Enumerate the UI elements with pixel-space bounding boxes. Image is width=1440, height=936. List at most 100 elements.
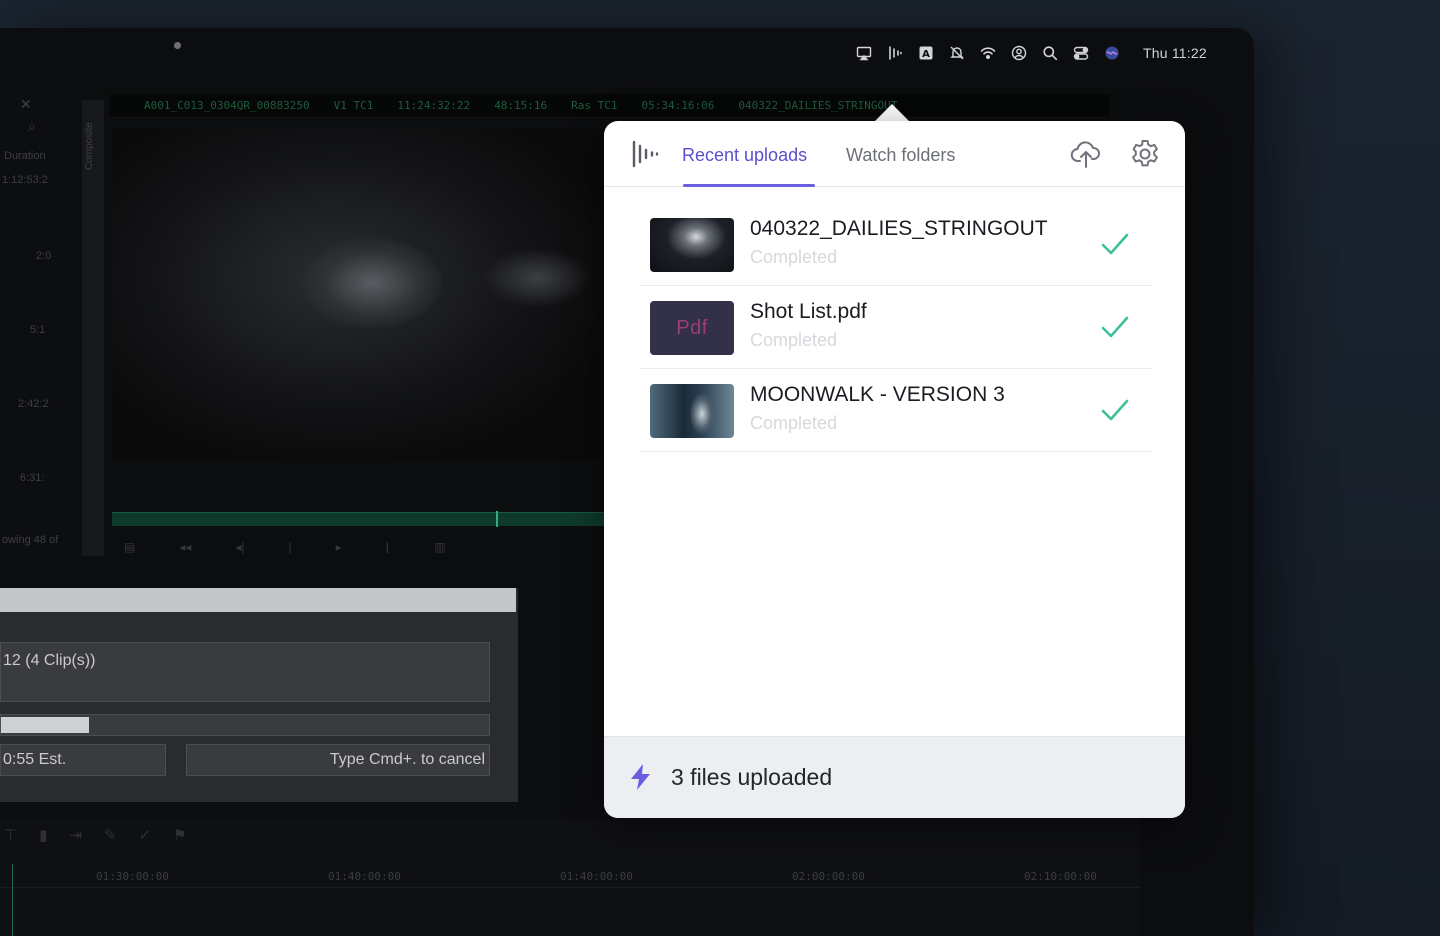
timeline: ⊤ ▮ ⇥ ✎ ✓ ⚑ 01:30:00:00 01:40:00:00 01:4…	[0, 818, 1140, 936]
keyboard-a-icon[interactable]: A	[918, 45, 934, 61]
edit-tool-icon[interactable]: ✎	[104, 826, 117, 844]
upload-item[interactable]: Pdf Shot List.pdf Completed	[640, 286, 1152, 369]
duration-row: 6:31:	[20, 472, 45, 484]
frameio-logo-icon	[630, 139, 660, 169]
webcam-dot	[174, 42, 181, 49]
media-pool-panel: ✕ ⌕ Duration 1:12:53:2 2:0 5:1 2:42:2 6:…	[0, 86, 80, 556]
settings-button[interactable]	[1128, 137, 1162, 171]
menu-bar: A Thu 11:22	[846, 40, 1216, 66]
popover-footer: 3 files uploaded	[604, 736, 1185, 818]
scrub-bar[interactable]	[112, 511, 612, 527]
video-thumbnail	[650, 384, 734, 438]
menubar-clock[interactable]: Thu 11:22	[1143, 45, 1207, 61]
uploads-list: 040322_DAILIES_STRINGOUT Completed Pdf S…	[640, 203, 1152, 452]
control-center-icon[interactable]	[1073, 45, 1089, 61]
file-name: Shot List.pdf	[750, 300, 867, 323]
upload-item[interactable]: 040322_DAILIES_STRINGOUT Completed	[640, 203, 1152, 286]
viewer-image	[482, 248, 592, 308]
ruler-tick: 01:40:00:00	[328, 870, 401, 883]
pdf-label: Pdf	[676, 316, 708, 339]
render-dialog: 12 (4 Clip(s)) 0:55 Est. Type Cmd+. to c…	[0, 588, 518, 802]
active-tab-indicator	[683, 184, 815, 187]
duration-row: 5:1	[30, 324, 46, 336]
lightning-icon	[628, 763, 654, 791]
wifi-icon[interactable]	[980, 45, 996, 61]
snap-icon[interactable]: ✓	[139, 826, 152, 844]
duration-label: Duration	[4, 150, 46, 162]
checkmark-icon	[1100, 231, 1130, 257]
frameio-icon[interactable]	[887, 45, 903, 61]
transport-controls: ▤ ◂◂ ◂| | ▸ ⌊ ▥	[112, 534, 612, 560]
gear-icon	[1132, 140, 1158, 167]
timecode-1: 11:24:32:22	[397, 99, 471, 112]
upload-status: Completed	[750, 330, 838, 350]
ras-label: Ras TC1	[571, 99, 618, 112]
duration-value: 1:12:53:2	[2, 174, 48, 186]
flag-icon[interactable]: ⚑	[173, 826, 186, 844]
video-thumbnail	[650, 218, 734, 272]
airplay-icon[interactable]	[856, 45, 872, 61]
showing-count: owing 48 of	[2, 534, 59, 546]
upload-status: Completed	[750, 413, 838, 433]
duration-row: 2:42:2	[18, 398, 49, 410]
split-icon[interactable]: ▥	[434, 540, 445, 554]
ruler-tick: 02:00:00:00	[792, 870, 865, 883]
trim-tool-icon[interactable]: ▮	[39, 826, 47, 844]
timeline-playhead[interactable]	[12, 864, 13, 936]
svg-text:A: A	[922, 49, 930, 60]
ruler-tick: 01:40:00:00	[560, 870, 633, 883]
render-summary: 12 (4 Clip(s))	[3, 652, 96, 669]
render-estimate: 0:55 Est.	[0, 744, 166, 776]
render-summary-box: 12 (4 Clip(s))	[0, 642, 490, 702]
upload-button[interactable]	[1069, 137, 1103, 171]
checkmark-icon	[1100, 314, 1130, 340]
tab-watch-folders[interactable]: Watch folders	[846, 145, 955, 166]
blade-tool-icon[interactable]: ⇥	[69, 826, 82, 844]
playhead[interactable]	[496, 511, 498, 527]
viewer-mode-icon[interactable]: ▤	[124, 540, 135, 554]
user-icon[interactable]	[1011, 45, 1027, 61]
timeline-ruler: 01:30:00:00 01:40:00:00 01:40:00:00 02:0…	[0, 864, 1140, 888]
viewer-image	[302, 238, 442, 328]
play-icon[interactable]: ▸	[336, 540, 342, 554]
upload-popover: Recent uploads Watch folders 040322_DAIL…	[604, 121, 1185, 818]
cloud-upload-icon	[1070, 141, 1100, 168]
checkmark-icon	[1100, 397, 1130, 423]
file-name: MOONWALK - VERSION 3	[750, 383, 1005, 406]
video-viewer	[112, 128, 612, 460]
composite-label: Composite	[84, 122, 95, 170]
stop-icon[interactable]: |	[289, 540, 292, 554]
ruler-tick: 01:30:00:00	[96, 870, 169, 883]
dialog-title-bar	[0, 588, 516, 612]
track-label: V1 TC1	[333, 99, 374, 112]
file-name: 040322_DAILIES_STRINGOUT	[750, 217, 1048, 240]
mute-icon[interactable]	[949, 45, 965, 61]
popover-header: Recent uploads Watch folders	[604, 121, 1185, 187]
render-progress-bar	[0, 714, 490, 736]
timecode-3: 05:34:16:06	[641, 99, 715, 112]
composite-strip: Composite	[82, 100, 104, 556]
upload-status: Completed	[750, 247, 838, 267]
rewind-icon[interactable]: ◂◂	[179, 540, 191, 554]
pdf-thumbnail: Pdf	[650, 301, 734, 355]
ruler-tick: 02:10:00:00	[1024, 870, 1097, 883]
timecode-2: 48:15:16	[494, 99, 548, 112]
select-tool-icon[interactable]: ⊤	[4, 826, 17, 844]
upload-summary: 3 files uploaded	[671, 764, 833, 790]
clip-name: A001_C013_0304QR_00883250	[144, 99, 310, 112]
search-icon[interactable]: ⌕	[28, 118, 36, 135]
thumbnail-figure	[690, 394, 714, 434]
search-icon[interactable]	[1042, 45, 1058, 61]
in-point-icon[interactable]: ⌊	[386, 540, 391, 554]
viewer-info-strip: A001_C013_0304QR_00883250 V1 TC1 11:24:3…	[110, 94, 1110, 118]
upload-item[interactable]: MOONWALK - VERSION 3 Completed	[640, 369, 1152, 452]
popover-arrow	[874, 104, 910, 122]
close-icon[interactable]: ✕	[20, 96, 32, 113]
tab-recent-uploads[interactable]: Recent uploads	[682, 145, 807, 166]
render-progress-fill	[1, 717, 89, 733]
duration-row: 2:0	[36, 250, 52, 262]
siri-icon[interactable]	[1104, 45, 1120, 61]
step-back-icon[interactable]: ◂|	[235, 540, 244, 554]
timeline-toolbar: ⊤ ▮ ⇥ ✎ ✓ ⚑	[0, 826, 187, 844]
cancel-hint: Type Cmd+. to cancel	[186, 744, 490, 776]
